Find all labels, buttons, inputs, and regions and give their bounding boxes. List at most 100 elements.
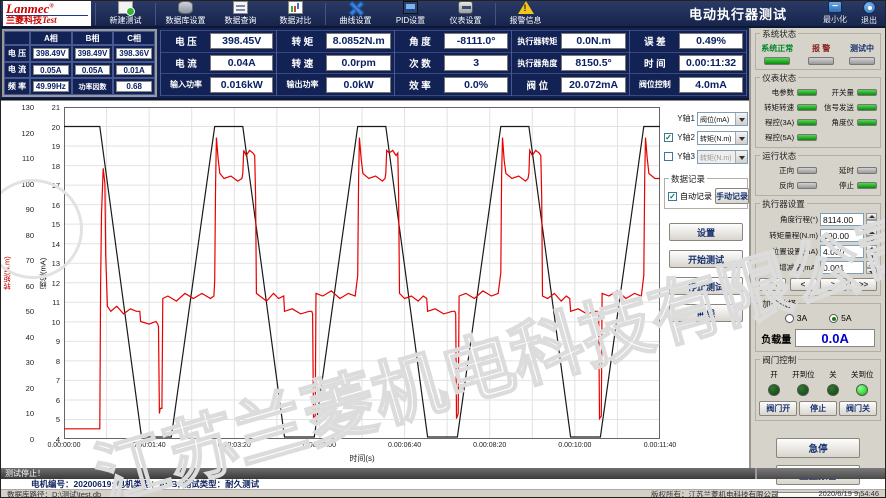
manual-record-button[interactable]: 手动记录 (715, 188, 749, 204)
reading-cell: 执行器角度8150.5° (512, 53, 628, 75)
axis-label-Y轴2: Y轴2 (675, 132, 695, 143)
readings-column: 电 压398.45V电 流0.04A输入功率0.016kW (160, 30, 277, 96)
status-led (797, 182, 817, 189)
actuator-field-label: 增减量(mA) (759, 262, 818, 273)
axis-tick-label: 100 (21, 180, 34, 189)
reading-cell: 电 流0.04A (161, 53, 276, 75)
action-button-开始测试[interactable]: 开始测试 (669, 250, 743, 268)
toolbar-button-数据查询[interactable]: 数据查询 (213, 1, 268, 26)
position-step-button-0[interactable]: << (759, 278, 786, 291)
position-step-button-1[interactable]: < (790, 278, 817, 291)
position-step-button-2[interactable]: > (820, 278, 847, 291)
toolbar-button-PID设置[interactable]: PID设置 (383, 1, 438, 26)
reading-label: 执行器转矩 (515, 36, 559, 47)
emergency-button-急停[interactable]: 急停 (776, 438, 860, 458)
actuator-field-input[interactable]: 0.001 (820, 261, 864, 274)
minimize-button[interactable]: − 最小化 (823, 1, 847, 26)
system-status-label: 测试中 (850, 43, 874, 54)
spinner-control[interactable] (866, 261, 877, 274)
toolbar-button-label: PID设置 (396, 15, 425, 26)
reading-value: -8111.0° (444, 33, 508, 49)
auto-record-checkbox[interactable]: ✓ (668, 192, 677, 201)
datetime-text: 2020/6/19 9:54:46 (819, 489, 879, 498)
actuator-field-input[interactable]: 8114.00 (820, 213, 864, 226)
load-radio-3A[interactable]: 3A (785, 313, 807, 323)
toolbar-button-数据对比[interactable]: 数据对比 (268, 1, 323, 26)
spinner-down-icon[interactable] (866, 252, 877, 259)
actuator-field-input[interactable]: 4.000 (820, 245, 864, 258)
axis-control-row: Y轴3转矩(N.m) (664, 149, 748, 164)
readings-column: 执行器转矩0.0N.m执行器角度8150.5°阀 位20.072mA (512, 30, 629, 96)
system-status-label: 系统正常 (761, 43, 793, 54)
axis-checkbox-Y轴3[interactable] (664, 152, 673, 161)
axis-select-Y轴2[interactable]: 转矩(N.m) (697, 131, 748, 145)
load-radio-5A[interactable]: 5A (829, 313, 851, 323)
reading-cell: 效 率0.0% (395, 74, 511, 96)
instrument-status-group: 仪表状态 电参数开关量转矩转速信号发送程控(3A)角度仪程控(5A) (755, 77, 881, 148)
spinner-down-icon[interactable] (866, 236, 877, 243)
run-status-item: 延时 (819, 165, 877, 176)
toolbar-button-报警信息[interactable]: 报警信息 (498, 1, 553, 26)
time-axis-label: 时间(s) (64, 453, 660, 464)
data-query-icon (233, 1, 248, 14)
logo-text-cn: 兰菱科技 (6, 15, 42, 25)
valve-indicator-label: 开 (770, 369, 778, 380)
database-settings-icon (178, 1, 193, 14)
axis-tick-label: 8 (56, 357, 60, 366)
axis-tick-label: 130 (21, 103, 34, 112)
spinner-down-icon[interactable] (866, 268, 877, 275)
toolbar-button-仪表设置[interactable]: 仪表设置 (438, 1, 493, 26)
axis-select-Y轴1[interactable]: 阀位(mA) (697, 112, 748, 126)
valve-button-阀门开[interactable]: 阀门开 (759, 401, 797, 416)
axis-checkbox-Y轴2[interactable]: ✓ (664, 133, 673, 142)
axis-control-row: Y轴1阀位(mA) (664, 111, 748, 126)
readings-column: 误 差0.49%时 间0.00:11:32阀位控制4.0mA (630, 30, 747, 96)
toolbar-button-新建测试[interactable]: 新建测试 (98, 1, 153, 26)
exit-button[interactable]: 退出 (861, 1, 877, 26)
run-status-item: 正向 (759, 165, 817, 176)
spinner-control[interactable] (866, 229, 877, 242)
action-button-设置[interactable]: 设置 (669, 223, 743, 241)
axis-tick-label: 30 (26, 358, 34, 367)
axis-tick-label: 10 (26, 409, 34, 418)
toolbar-button-曲线设置[interactable]: 曲线设置 (328, 1, 383, 26)
valve-button-停止[interactable]: 停止 (799, 401, 837, 416)
reading-label: 转 速 (280, 56, 324, 70)
spinner-down-icon[interactable] (866, 220, 877, 227)
new-test-icon (118, 1, 133, 14)
axis-select-value: 转矩(N.m) (698, 132, 735, 144)
actuator-field-input[interactable]: 100.00 (820, 229, 864, 242)
axis-tick-label: 18 (52, 162, 60, 171)
valve-button-阀门关[interactable]: 阀门关 (839, 401, 877, 416)
axis-select-value: 阀位(mA) (698, 113, 735, 125)
chevron-down-icon (735, 113, 747, 125)
status-led (857, 182, 877, 189)
axis-select-Y轴3[interactable]: 转矩(N.m) (697, 150, 748, 164)
actuator-field-row: 角度行程(°)8114.00 (759, 213, 877, 226)
phase-voltage-label: 电 压 (4, 45, 30, 62)
chart-controls: Y轴1阀位(mA)✓Y轴2转矩(N.m)Y轴3转矩(N.m) 数据记录 ✓ 自动… (661, 101, 751, 468)
reading-value: 3 (444, 55, 508, 71)
reading-value: 8150.5° (561, 55, 625, 71)
toolbar-button-数据库设置[interactable]: 数据库设置 (158, 1, 213, 26)
time-tick-label: 0.00:00:00 (47, 442, 80, 449)
readings-column: 转 矩8.0852N.m转 速0.0rpm输出功率0.0kW (277, 30, 394, 96)
action-button-曲线[interactable]: 曲线 (669, 304, 743, 322)
reading-value: 20.072mA (561, 77, 625, 93)
data-compare-icon (288, 1, 303, 14)
reading-label: 输入功率 (164, 79, 208, 90)
spinner-control[interactable] (866, 245, 877, 258)
action-button-停止测试[interactable]: 停止测试 (669, 277, 743, 295)
position-step-button-3[interactable]: >> (850, 278, 877, 291)
spinner-control[interactable] (866, 213, 877, 226)
reading-cell: 角 度-8111.0° (395, 30, 511, 53)
axis-select-value: 转矩(N.m) (698, 151, 735, 163)
status-led (764, 57, 790, 65)
axis-tick-label: 13 (52, 259, 60, 268)
status-led (857, 89, 877, 96)
reading-cell: 时 间0.00:11:32 (630, 53, 746, 75)
radio-icon (829, 314, 838, 323)
run-status-item: 停止 (819, 180, 877, 191)
pid-settings-icon (403, 1, 418, 14)
instrument-status-item: 开关量 (819, 87, 877, 98)
